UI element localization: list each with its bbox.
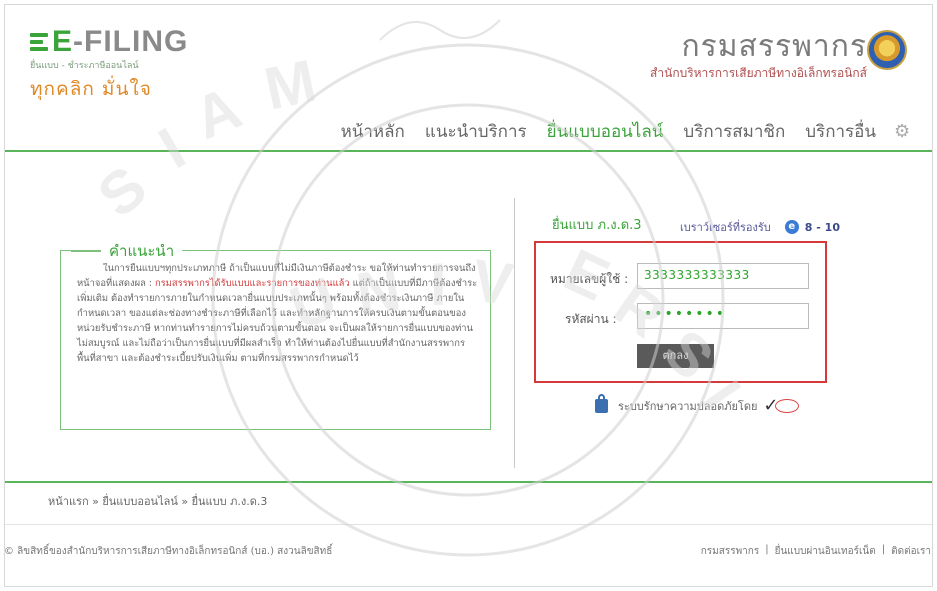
footer-link-contact[interactable]: ติดต่อเรา (891, 544, 931, 559)
browser-version: 8 - 10 (804, 220, 840, 234)
password-input[interactable]: •••••••• (637, 303, 809, 329)
instructions-text: ในการยื่นแบบฯทุกประเภทภาษี ถ้าเป็นแบบที่… (77, 263, 478, 364)
logo-title: E-FILING (52, 25, 189, 58)
agency-header: กรมสรรพากร สำนักบริหารการเสียภาษีทางอิเล… (650, 30, 867, 83)
e-filing-logo[interactable]: E-FILING ยื่นแบบ - ชำระภาษีออนไลน์ ทุกคล… (30, 25, 189, 104)
security-notice: ระบบรักษาความปลอดภัยโดย ✓ (595, 394, 799, 415)
content-divider (5, 481, 932, 483)
breadcrumb[interactable]: หน้าแรก » ยื่นแบบออนไลน์ » ยื่นแบบ ภ.ง.ด… (48, 492, 267, 510)
logo-subtitle: ยื่นแบบ - ชำระภาษีออนไลน์ (30, 61, 139, 71)
agency-name: กรมสรรพากร (681, 29, 867, 64)
instructions-box: คำแนะนำ ในการยื่นแบบฯทุกประเภทภาษี ถ้าเป… (60, 239, 491, 430)
browser-label: เบราว์เซอร์ที่รองรับ (680, 221, 771, 234)
instructions-title: คำแนะนำ (70, 239, 183, 263)
vertical-divider (514, 198, 515, 468)
main-nav: หน้าหลัก แนะนำบริการ ยื่นแบบออนไลน์ บริก… (321, 118, 912, 145)
footer-separator: | (881, 544, 886, 555)
gear-icon[interactable]: ⚙ (894, 122, 912, 141)
nav-service-guide[interactable]: แนะนำบริการ (425, 118, 527, 145)
nav-home[interactable]: หน้าหลัก (341, 118, 405, 145)
user-id-label: หมายเลขผู้ใช้ : (550, 272, 629, 286)
ie-browser-icon: e (784, 220, 799, 234)
login-submit-button[interactable]: ตกลง (637, 344, 714, 368)
lock-icon (595, 394, 608, 413)
nav-other-services[interactable]: บริการอื่น (805, 118, 876, 145)
nav-file-online[interactable]: ยื่นแบบออนไลน์ (547, 118, 664, 145)
form-title: ยื่นแบบ ภ.ง.ด.3 (552, 218, 642, 233)
footer-link-internet-filing[interactable]: ยื่นแบบผ่านอินเทอร์เน็ต (775, 544, 876, 559)
agency-subtitle: สำนักบริหารการเสียภาษีทางอิเล็กทรอนิกส์ (650, 66, 867, 80)
footer-link-revenue-dept[interactable]: กรมสรรพากร (701, 544, 760, 559)
footer-links: กรมสรรพากร | ยื่นแบบผ่านอินเทอร์เน็ต | ต… (701, 544, 931, 559)
header-divider (5, 150, 932, 152)
password-label: รหัสผ่าน : (565, 312, 617, 326)
user-id-input[interactable]: 3333333333333 (637, 263, 809, 289)
logo-tagline: ทุกคลิก มั่นใจ (30, 78, 152, 100)
footer-divider (5, 524, 932, 525)
security-text: ระบบรักษาความปลอดภัยโดย (618, 400, 758, 413)
footer-copyright: © ลิขสิทธิ์ของสำนักบริหารการเสียภาษีทางอ… (4, 546, 333, 557)
footer-separator: | (765, 544, 769, 555)
supported-browsers: เบราว์เซอร์ที่รองรับ e 8 - 10 (680, 218, 840, 236)
revenue-department-seal-icon[interactable] (867, 30, 907, 70)
e-filing-logo-bars-icon (30, 31, 50, 53)
nav-member-services[interactable]: บริการสมาชิก (683, 118, 785, 145)
security-seal-icon[interactable]: ✓ (763, 397, 799, 415)
